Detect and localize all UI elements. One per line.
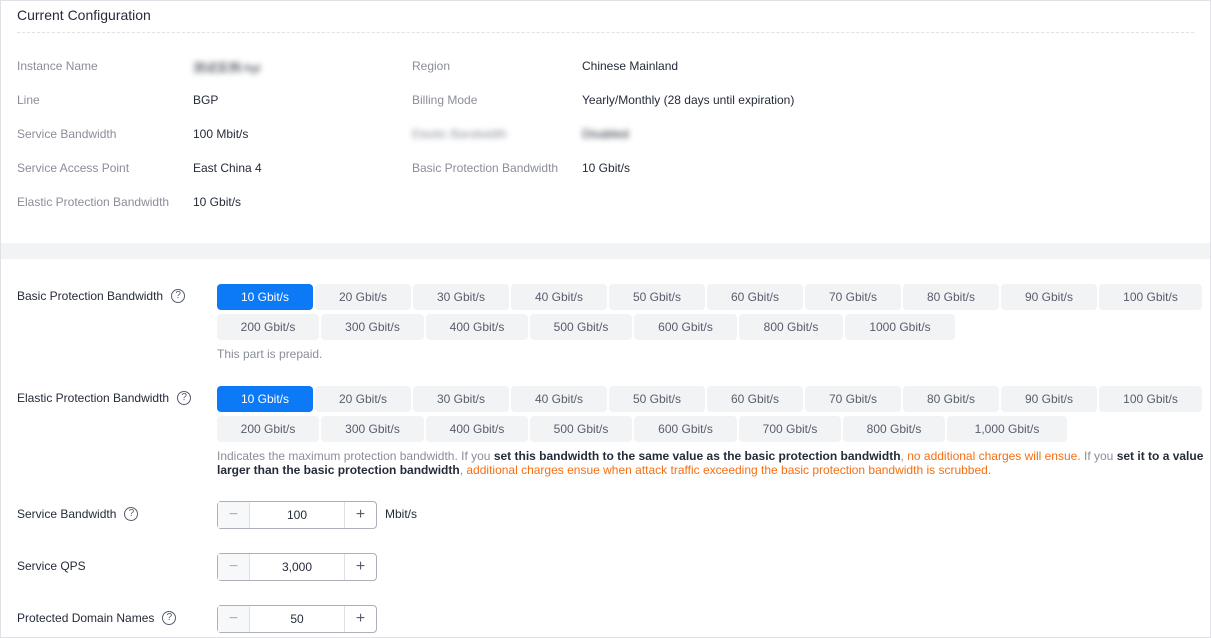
service-qps-row-label: Service QPS bbox=[17, 559, 86, 573]
decrement-button[interactable]: − bbox=[218, 606, 250, 632]
bandwidth-option[interactable]: 500 Gbit/s bbox=[530, 416, 632, 442]
bandwidth-option[interactable]: 800 Gbit/s bbox=[739, 314, 843, 340]
desc-orange: additional charges ensue when attack tra… bbox=[466, 463, 992, 477]
elastic-bandwidth-label: Elastic Bandwidth bbox=[412, 127, 507, 141]
desc-bold: set this bandwidth to the same value as … bbox=[493, 449, 901, 463]
bandwidth-option[interactable]: 70 Gbit/s bbox=[805, 284, 901, 310]
service-bandwidth-label: Service Bandwidth bbox=[17, 127, 117, 141]
decrement-button[interactable]: − bbox=[218, 502, 250, 528]
help-icon[interactable]: ? bbox=[171, 289, 186, 303]
bandwidth-option[interactable]: 100 Gbit/s bbox=[1099, 386, 1202, 412]
bandwidth-option[interactable]: 200 Gbit/s bbox=[217, 314, 319, 340]
service-bandwidth-field-label: Service Bandwidth bbox=[17, 507, 117, 521]
basic-protection-row-label: Basic Protection Bandwidth ? bbox=[17, 289, 186, 303]
bandwidth-option[interactable]: 400 Gbit/s bbox=[426, 314, 528, 340]
billing-mode-value: Yearly/Monthly (28 days until expiration… bbox=[582, 93, 795, 107]
elastic-protection-row-label: Elastic Protection Bandwidth ? bbox=[17, 391, 192, 405]
bandwidth-option[interactable]: 20 Gbit/s bbox=[315, 284, 411, 310]
basic-protection-value: 10 Gbit/s bbox=[582, 161, 631, 175]
bandwidth-option[interactable]: 400 Gbit/s bbox=[426, 416, 528, 442]
bandwidth-option[interactable]: 100 Gbit/s bbox=[1099, 284, 1202, 310]
help-icon[interactable]: ? bbox=[177, 391, 192, 405]
help-icon[interactable]: ? bbox=[162, 611, 177, 625]
desc-text: Indicates the maximum protection bandwid… bbox=[217, 449, 494, 463]
section-separator bbox=[1, 243, 1210, 259]
desc-text: If you bbox=[1080, 449, 1117, 463]
billing-mode-label: Billing Mode bbox=[412, 93, 478, 107]
instance-name-label: Instance Name bbox=[17, 59, 98, 73]
bandwidth-option[interactable]: 20 Gbit/s bbox=[315, 386, 411, 412]
region-label: Region bbox=[412, 59, 451, 73]
section-title: Current Configuration bbox=[17, 7, 151, 23]
elastic-protection-label: Elastic Protection Bandwidth bbox=[17, 195, 170, 209]
config-panel: Current Configuration Instance Name 测试实例… bbox=[0, 0, 1211, 638]
bandwidth-option[interactable]: 70 Gbit/s bbox=[805, 386, 901, 412]
elastic-protection-value: 10 Gbit/s bbox=[193, 195, 242, 209]
increment-button[interactable]: + bbox=[344, 502, 376, 528]
bandwidth-option[interactable]: 30 Gbit/s bbox=[413, 284, 509, 310]
bandwidth-option[interactable]: 60 Gbit/s bbox=[707, 284, 803, 310]
service-bandwidth-input[interactable]: 100 bbox=[250, 502, 344, 528]
decrement-button[interactable]: − bbox=[218, 554, 250, 580]
bandwidth-option[interactable]: 500 Gbit/s bbox=[530, 314, 632, 340]
elastic-protection-field-label: Elastic Protection Bandwidth bbox=[17, 391, 170, 405]
line-value: BGP bbox=[193, 93, 219, 107]
bandwidth-option[interactable]: 10 Gbit/s bbox=[217, 284, 313, 310]
bandwidth-option[interactable]: 200 Gbit/s bbox=[217, 416, 319, 442]
service-qps-stepper: − 3,000 + bbox=[217, 553, 377, 581]
basic-protection-field-label: Basic Protection Bandwidth bbox=[17, 289, 164, 303]
bandwidth-option[interactable]: 300 Gbit/s bbox=[321, 416, 424, 442]
bandwidth-option[interactable]: 40 Gbit/s bbox=[511, 284, 607, 310]
divider bbox=[17, 32, 1194, 33]
service-qps-field-label: Service QPS bbox=[17, 559, 86, 573]
service-access-point-label: Service Access Point bbox=[17, 161, 130, 175]
bandwidth-option[interactable]: 300 Gbit/s bbox=[321, 314, 424, 340]
basic-protection-label: Basic Protection Bandwidth bbox=[412, 161, 559, 175]
domains-stepper: − 50 + bbox=[217, 605, 377, 633]
service-qps-input[interactable]: 3,000 bbox=[250, 554, 344, 580]
elastic-bandwidth-value: Disabled bbox=[582, 127, 629, 141]
domains-input[interactable]: 50 bbox=[250, 606, 344, 632]
bandwidth-option[interactable]: 700 Gbit/s bbox=[739, 416, 841, 442]
domains-row-label: Protected Domain Names ? bbox=[17, 611, 177, 625]
region-value: Chinese Mainland bbox=[582, 59, 679, 73]
bandwidth-option[interactable]: 80 Gbit/s bbox=[903, 284, 999, 310]
bandwidth-option[interactable]: 60 Gbit/s bbox=[707, 386, 803, 412]
service-bandwidth-row-label: Service Bandwidth ? bbox=[17, 507, 139, 521]
bandwidth-option[interactable]: 40 Gbit/s bbox=[511, 386, 607, 412]
bandwidth-option[interactable]: 600 Gbit/s bbox=[634, 314, 737, 340]
instance-name-value: 测试实例-hyi bbox=[193, 61, 261, 75]
increment-button[interactable]: + bbox=[344, 554, 376, 580]
bandwidth-unit: Mbit/s bbox=[385, 507, 418, 521]
prepaid-note: This part is prepaid. bbox=[217, 347, 323, 361]
bandwidth-option[interactable]: 600 Gbit/s bbox=[634, 416, 737, 442]
elastic-description: Indicates the maximum protection bandwid… bbox=[217, 449, 1207, 477]
bandwidth-option[interactable]: 1000 Gbit/s bbox=[845, 314, 955, 340]
bandwidth-option[interactable]: 80 Gbit/s bbox=[903, 386, 999, 412]
bandwidth-option[interactable]: 90 Gbit/s bbox=[1001, 284, 1097, 310]
service-access-point-value: East China 4 bbox=[193, 161, 262, 175]
line-label: Line bbox=[17, 93, 40, 107]
help-icon[interactable]: ? bbox=[124, 507, 139, 521]
bandwidth-option[interactable]: 800 Gbit/s bbox=[843, 416, 945, 442]
bandwidth-option[interactable]: 1,000 Gbit/s bbox=[947, 416, 1067, 442]
bandwidth-option[interactable]: 90 Gbit/s bbox=[1001, 386, 1097, 412]
domains-field-label: Protected Domain Names bbox=[17, 611, 155, 625]
desc-orange: no additional charges will ensue. bbox=[907, 449, 1081, 463]
bandwidth-option[interactable]: 50 Gbit/s bbox=[609, 386, 705, 412]
service-bandwidth-value: 100 Mbit/s bbox=[193, 127, 249, 141]
bandwidth-option[interactable]: 50 Gbit/s bbox=[609, 284, 705, 310]
service-bandwidth-stepper: − 100 + bbox=[217, 501, 377, 529]
increment-button[interactable]: + bbox=[344, 606, 376, 632]
bandwidth-option[interactable]: 10 Gbit/s bbox=[217, 386, 313, 412]
bandwidth-option[interactable]: 30 Gbit/s bbox=[413, 386, 509, 412]
